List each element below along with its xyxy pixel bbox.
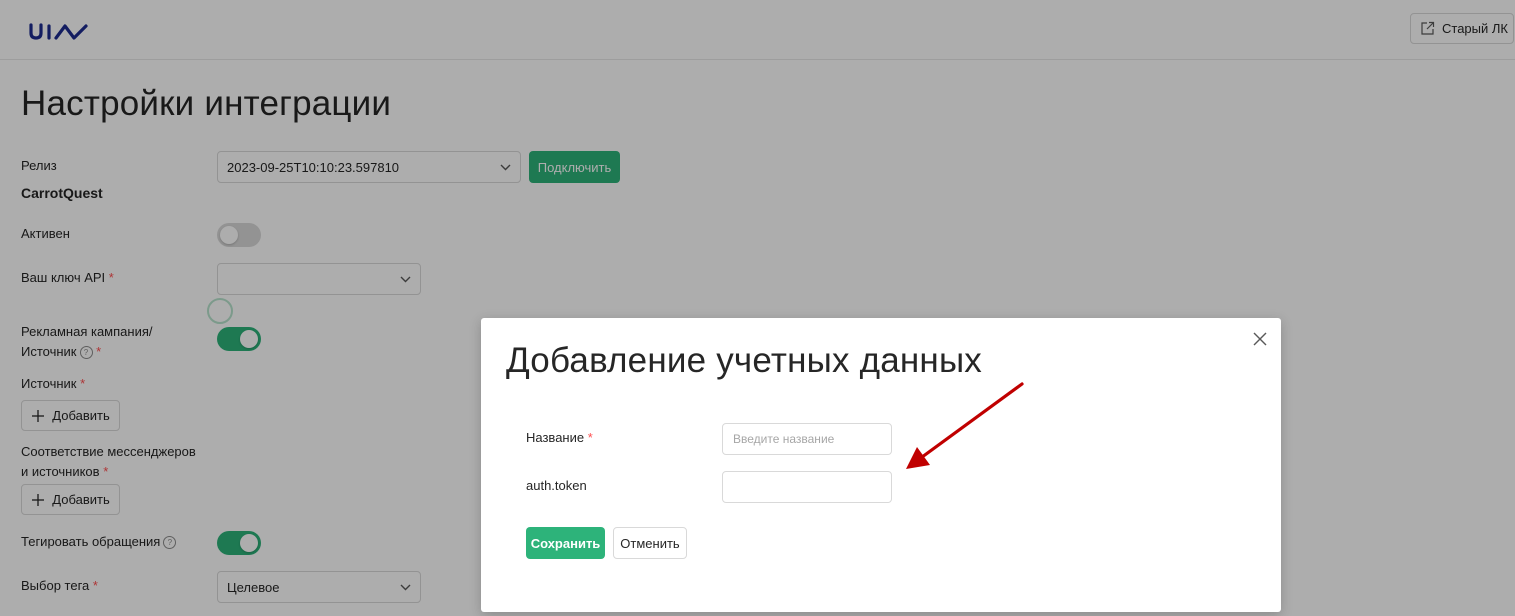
close-icon[interactable] (1251, 330, 1269, 348)
modal-token-label: auth.token (526, 478, 587, 493)
modal-name-label: Название * (526, 428, 593, 448)
credentials-modal: Добавление учетных данных Название * aut… (481, 318, 1281, 612)
save-button[interactable]: Сохранить (526, 527, 605, 559)
annotation-arrow (906, 382, 1024, 469)
name-input[interactable] (722, 423, 892, 455)
page: Старый ЛК Настройки интеграции Релиз 202… (0, 0, 1515, 616)
modal-title: Добавление учетных данных (506, 341, 982, 380)
cancel-button[interactable]: Отменить (613, 527, 687, 559)
modal-name-label-text: Название (526, 430, 585, 445)
auth-token-input[interactable] (722, 471, 892, 503)
required-mark: * (587, 430, 593, 445)
